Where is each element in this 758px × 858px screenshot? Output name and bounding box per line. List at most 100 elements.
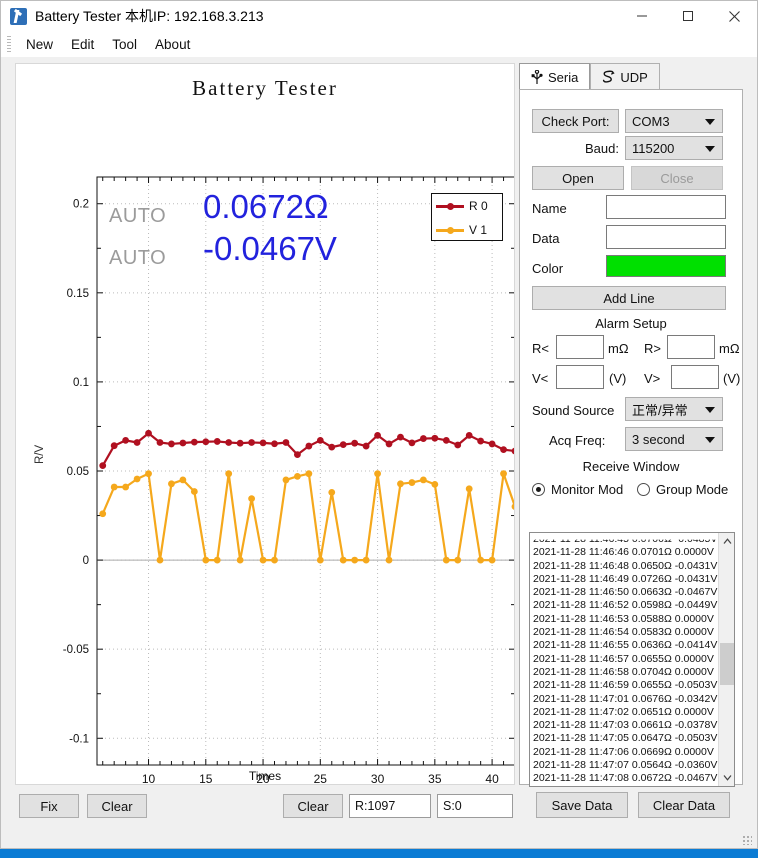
monitor-mode-radio[interactable]: Monitor Mod xyxy=(532,482,623,497)
resistance-readout: 0.0672Ω xyxy=(203,188,329,226)
log-line: 2021-11-28 11:46:55 0.0636Ω -0.0414V xyxy=(533,639,719,652)
svg-text:0.2: 0.2 xyxy=(73,199,89,211)
log-line: 2021-11-28 11:46:46 0.0701Ω 0.0000V xyxy=(533,546,719,559)
radio-selected-icon xyxy=(532,483,545,496)
name-label: Name xyxy=(532,201,567,216)
app-icon xyxy=(10,8,27,25)
usb-icon xyxy=(531,70,543,85)
log-line: 2021-11-28 11:46:53 0.0588Ω 0.0000V xyxy=(533,613,719,626)
tab-serial[interactable]: Seria xyxy=(519,63,590,90)
v-min-unit: (V) xyxy=(609,371,626,386)
serial-tab-body: Check Port: COM3 Baud: 115200 Open Close… xyxy=(519,89,743,785)
window-resize-grip[interactable] xyxy=(742,835,752,845)
save-data-button[interactable]: Save Data xyxy=(536,792,628,818)
clear-counters-button[interactable]: Clear xyxy=(283,794,343,818)
r-min-input[interactable] xyxy=(556,335,604,359)
data-input[interactable] xyxy=(606,225,726,249)
close-icon[interactable] xyxy=(711,1,757,31)
receive-window[interactable]: 2021-11-28 11:46:45 0.0700Ω -0.0485V2021… xyxy=(529,532,735,787)
chart-svg: 0.20.150.10.050-0.05-0.110152025303540 xyxy=(16,64,514,784)
menu-grip-icon[interactable] xyxy=(7,36,11,52)
log-line: 2021-11-28 11:47:08 0.0672Ω -0.0467V xyxy=(533,772,719,785)
add-line-button[interactable]: Add Line xyxy=(532,286,726,310)
r-min-unit: mΩ xyxy=(608,341,629,356)
chevron-down-icon xyxy=(705,437,715,443)
clear-chart-button[interactable]: Clear xyxy=(87,794,147,818)
chevron-down-icon xyxy=(705,119,715,125)
chart-legend: R 0 V 1 xyxy=(431,193,503,241)
menu-item-new[interactable]: New xyxy=(17,34,62,55)
r-max-input[interactable] xyxy=(667,335,715,359)
log-line: 2021-11-28 11:46:49 0.0726Ω -0.0431V xyxy=(533,573,719,586)
network-icon xyxy=(602,70,615,85)
color-label: Color xyxy=(532,261,563,276)
acq-freq-select[interactable]: 3 second xyxy=(625,427,723,451)
log-line: 2021-11-28 11:46:52 0.0598Ω -0.0449V xyxy=(533,599,719,612)
voltage-readout: -0.0467V xyxy=(203,230,337,268)
receive-window-title: Receive Window xyxy=(520,459,742,474)
sound-source-select[interactable]: 正常/异常 xyxy=(625,397,723,421)
data-label: Data xyxy=(532,231,559,246)
r-max-label: R> xyxy=(644,341,661,356)
menu-item-about[interactable]: About xyxy=(146,34,199,55)
legend-item-r0: R 0 xyxy=(432,194,502,218)
y-axis-label: R/V xyxy=(34,445,46,464)
fix-button[interactable]: Fix xyxy=(19,794,79,818)
menu-item-edit[interactable]: Edit xyxy=(62,34,103,55)
legend-item-v1: V 1 xyxy=(432,218,502,242)
port-select[interactable]: COM3 xyxy=(625,109,723,133)
log-line-list: 2021-11-28 11:46:45 0.0700Ω -0.0485V2021… xyxy=(530,533,719,786)
close-button: Close xyxy=(631,166,723,190)
plot-area[interactable]: 0.20.150.10.050-0.05-0.110152025303540 R… xyxy=(16,64,514,784)
color-swatch[interactable] xyxy=(606,255,726,277)
application-window: Battery Tester 本机IP: 192.168.3.213 New E… xyxy=(0,0,758,849)
x-axis-label: Times xyxy=(16,769,514,783)
r-min-label: R< xyxy=(532,341,549,356)
log-line: 2021-11-28 11:47:05 0.0647Ω -0.0503V xyxy=(533,732,719,745)
v-max-input[interactable] xyxy=(671,365,719,389)
sound-source-label: Sound Source xyxy=(532,403,614,418)
alarm-setup-title: Alarm Setup xyxy=(520,316,742,331)
sound-source-value: 正常/异常 xyxy=(632,400,688,419)
group-mode-label: Group Mode xyxy=(656,482,728,497)
svg-text:0.05: 0.05 xyxy=(67,466,89,478)
name-input[interactable] xyxy=(606,195,726,219)
check-port-button[interactable]: Check Port: xyxy=(532,109,619,133)
maximize-icon[interactable] xyxy=(665,1,711,31)
log-line: 2021-11-28 11:46:54 0.0583Ω 0.0000V xyxy=(533,626,719,639)
baud-select-value: 115200 xyxy=(632,141,674,156)
legend-marker-icon xyxy=(436,224,464,236)
svg-text:0.1: 0.1 xyxy=(73,377,89,389)
log-line: 2021-11-28 11:46:45 0.0700Ω -0.0485V xyxy=(533,533,719,546)
tab-bar: Seria UDP xyxy=(519,63,660,90)
scroll-up-icon[interactable] xyxy=(719,533,735,550)
auto-range-resistance: AUTO xyxy=(109,205,166,228)
log-line: 2021-11-28 11:47:06 0.0669Ω 0.0000V xyxy=(533,746,719,759)
svg-text:-0.1: -0.1 xyxy=(69,733,89,745)
acq-freq-value: 3 second xyxy=(632,432,685,447)
baud-select[interactable]: 115200 xyxy=(625,136,723,160)
v-min-input[interactable] xyxy=(556,365,604,389)
chart-panel: Battery Tester 0.20.150.10.050-0.05-0.11… xyxy=(15,63,515,785)
group-mode-radio[interactable]: Group Mode xyxy=(637,482,728,497)
legend-label-r0: R 0 xyxy=(469,199,488,213)
menu-item-tool[interactable]: Tool xyxy=(103,34,146,55)
scroll-down-icon[interactable] xyxy=(719,769,735,786)
clear-data-button[interactable]: Clear Data xyxy=(638,792,730,818)
rx-count-field[interactable]: R:1097 xyxy=(349,794,431,818)
minimize-icon[interactable] xyxy=(619,1,665,31)
scrollbar-thumb[interactable] xyxy=(720,643,734,685)
legend-label-v1: V 1 xyxy=(469,223,487,237)
tx-count-field[interactable]: S:0 xyxy=(437,794,513,818)
log-line: 2021-11-28 11:47:01 0.0676Ω -0.0342V xyxy=(533,693,719,706)
open-button[interactable]: Open xyxy=(532,166,624,190)
svg-text:0.15: 0.15 xyxy=(67,288,89,300)
log-scrollbar[interactable] xyxy=(718,533,734,786)
client-area: Battery Tester 0.20.150.10.050-0.05-0.11… xyxy=(1,57,757,849)
v-max-unit: (V) xyxy=(723,371,740,386)
log-line: 2021-11-28 11:46:59 0.0655Ω -0.0503V xyxy=(533,679,719,692)
v-min-label: V< xyxy=(532,371,548,386)
legend-marker-icon xyxy=(436,200,464,212)
log-line: 2021-11-28 11:46:58 0.0704Ω 0.0000V xyxy=(533,666,719,679)
tab-udp[interactable]: UDP xyxy=(590,63,659,90)
